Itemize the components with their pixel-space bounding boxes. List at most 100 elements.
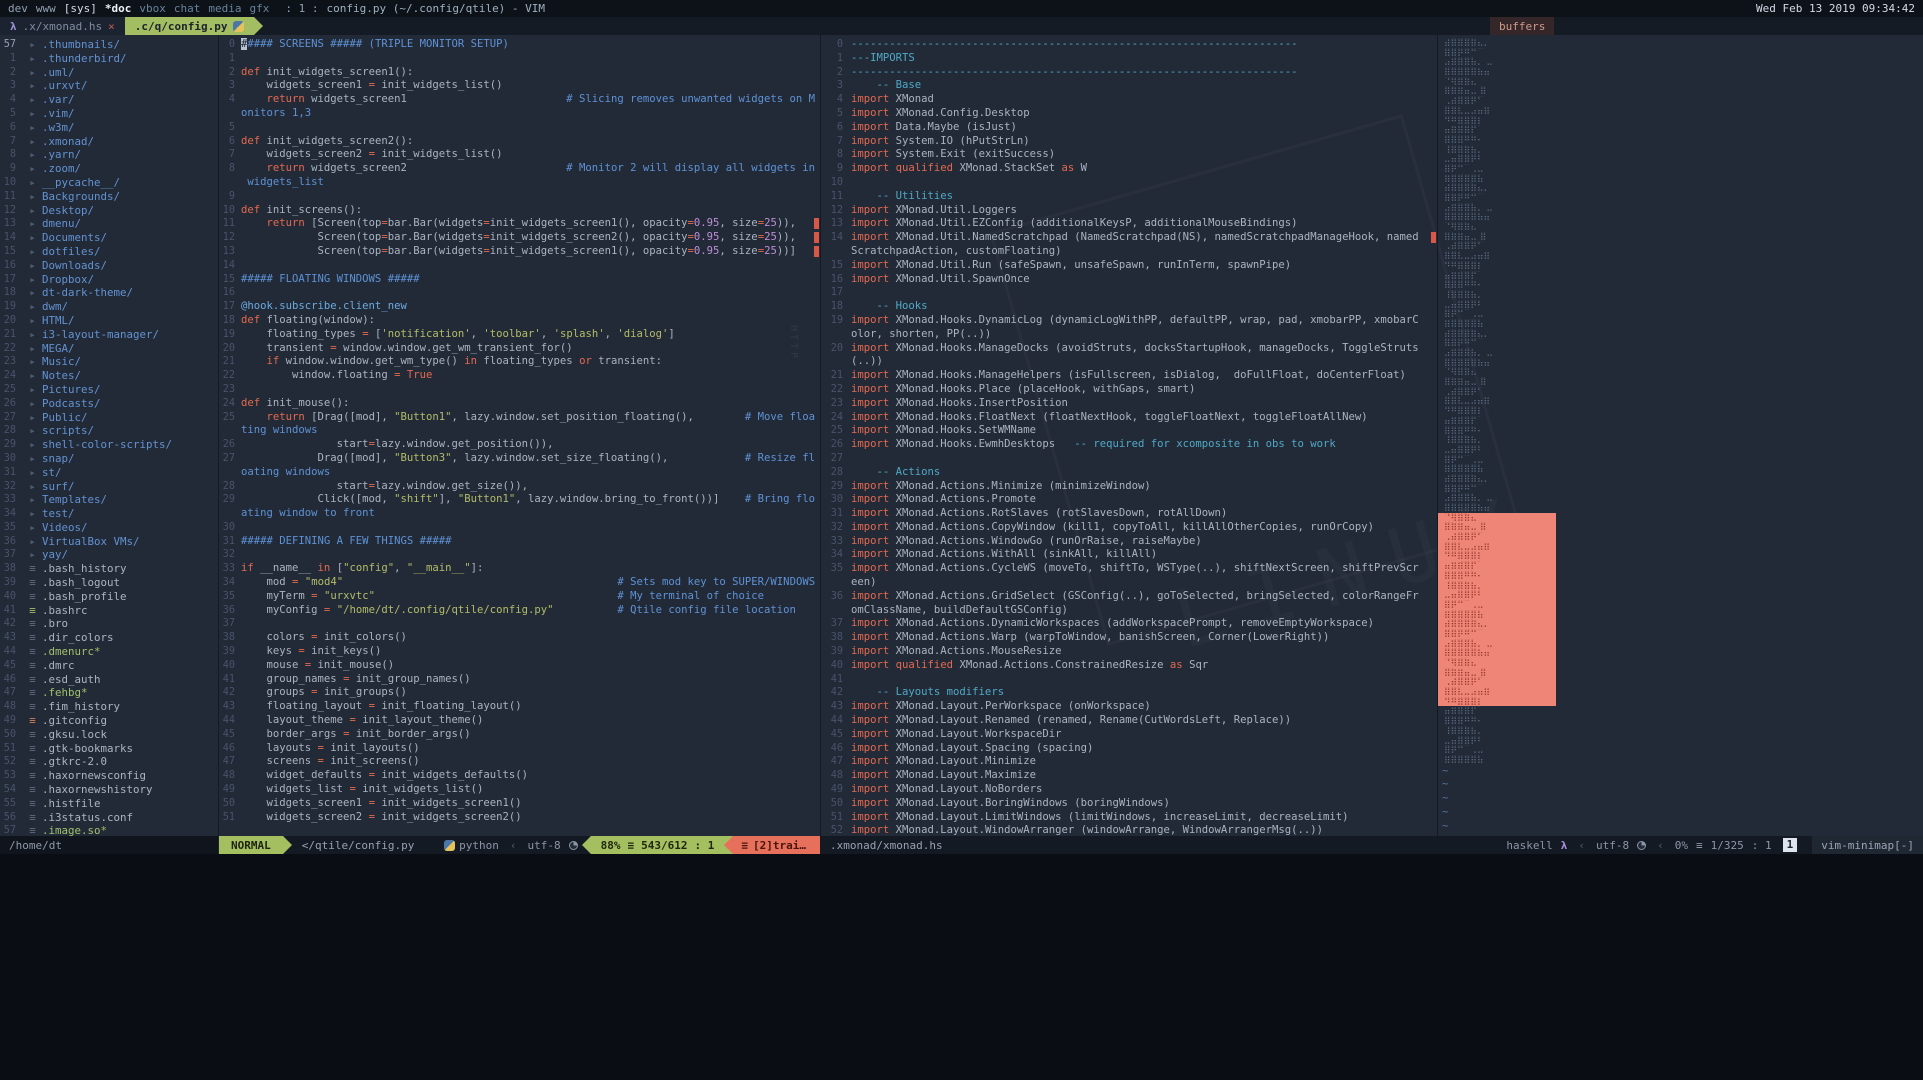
code-line[interactable]: 4 return widgets_screen1 # Slicing remov… xyxy=(219,93,820,107)
code-line[interactable]: 33import XMonad.Actions.WindowGo (runOrR… xyxy=(821,535,1437,549)
file-tree-pane[interactable]: 57▸.thumbnails/1▸.thunderbird/2▸.uml/3▸.… xyxy=(0,35,218,836)
code-line[interactable]: 31##### DEFINING A FEW THINGS ##### xyxy=(219,535,820,549)
code-line[interactable]: 20import XMonad.Hooks.ManageDocks (avoid… xyxy=(821,342,1437,356)
tree-dir-row[interactable]: 23▸Music/ xyxy=(0,355,218,369)
tree-file-row[interactable]: 45≡.dmrc xyxy=(0,659,218,673)
code-line[interactable]: 37 xyxy=(219,617,820,631)
code-line[interactable]: 47import XMonad.Layout.Minimize xyxy=(821,755,1437,769)
code-line[interactable]: 4import XMonad xyxy=(821,93,1437,107)
code-line[interactable]: 35import XMonad.Actions.CycleWS (moveTo,… xyxy=(821,562,1437,576)
tree-dir-row[interactable]: 6▸.w3m/ xyxy=(0,121,218,135)
tree-file-row[interactable]: 47≡.fehbg* xyxy=(0,686,218,700)
code-line[interactable]: 25import XMonad.Hooks.SetWMName xyxy=(821,424,1437,438)
tree-dir-row[interactable]: 21▸i3-layout-manager/ xyxy=(0,328,218,342)
code-line[interactable]: 34import XMonad.Actions.WithAll (sinkAll… xyxy=(821,548,1437,562)
code-line[interactable]: 2---------------------------------------… xyxy=(821,66,1437,80)
workspace-tag[interactable]: media xyxy=(208,2,241,15)
code-line[interactable]: 9import qualified XMonad.StackSet as W xyxy=(821,162,1437,176)
workspace-tag[interactable]: gfx xyxy=(250,2,270,15)
code-line[interactable]: 45import XMonad.Layout.WorkspaceDir xyxy=(821,728,1437,742)
code-line[interactable]: 40import qualified XMonad.Actions.Constr… xyxy=(821,659,1437,673)
tree-dir-row[interactable]: 57▸.thumbnails/ xyxy=(0,38,218,52)
tree-dir-row[interactable]: 27▸Public/ xyxy=(0,411,218,425)
code-line[interactable]: 39import XMonad.Actions.MouseResize xyxy=(821,645,1437,659)
code-line[interactable]: 50import XMonad.Layout.BoringWindows (bo… xyxy=(821,797,1437,811)
tree-dir-row[interactable]: 28▸scripts/ xyxy=(0,424,218,438)
code-line[interactable]: 23 xyxy=(219,383,820,397)
tree-file-row[interactable]: 38≡.bash_history xyxy=(0,562,218,576)
code-line[interactable]: 23import XMonad.Hooks.InsertPosition xyxy=(821,397,1437,411)
code-line[interactable]: 8 return widgets_screen2 # Monitor 2 wil… xyxy=(219,162,820,176)
code-line[interactable]: 50 widgets_screen1 = init_widgets_screen… xyxy=(219,797,820,811)
code-line[interactable]: 9 xyxy=(219,190,820,204)
code-line[interactable]: 51import XMonad.Layout.LimitWindows (lim… xyxy=(821,811,1437,825)
code-line[interactable]: 12 Screen(top=bar.Bar(widgets=init_widge… xyxy=(219,231,820,245)
tree-dir-row[interactable]: 16▸Downloads/ xyxy=(0,259,218,273)
tree-dir-row[interactable]: 11▸Backgrounds/ xyxy=(0,190,218,204)
code-line[interactable]: 15##### FLOATING WINDOWS ##### xyxy=(219,273,820,287)
code-line[interactable]: 10 xyxy=(821,176,1437,190)
tree-file-row[interactable]: 46≡.esd_auth xyxy=(0,673,218,687)
code-line[interactable]: 39 keys = init_keys() xyxy=(219,645,820,659)
tree-dir-row[interactable]: 32▸surf/ xyxy=(0,480,218,494)
code-line[interactable]: (..)) xyxy=(821,355,1437,369)
code-line[interactable]: widgets_list xyxy=(219,176,820,190)
tree-dir-row[interactable]: 37▸yay/ xyxy=(0,548,218,562)
code-line[interactable]: 0---------------------------------------… xyxy=(821,38,1437,52)
code-line[interactable]: 18def floating(window): xyxy=(219,314,820,328)
tree-dir-row[interactable]: 30▸snap/ xyxy=(0,452,218,466)
tree-file-row[interactable]: 44≡.dmenurc* xyxy=(0,645,218,659)
tree-dir-row[interactable]: 8▸.yarn/ xyxy=(0,148,218,162)
code-line[interactable]: 11 -- Utilities xyxy=(821,190,1437,204)
tree-file-row[interactable]: 41≡.bashrc xyxy=(0,604,218,618)
code-line[interactable]: 19 floating_types = ['notification', 'to… xyxy=(219,328,820,342)
tree-file-row[interactable]: 55≡.histfile xyxy=(0,797,218,811)
code-line[interactable]: 0##### SCREENS ##### (TRIPLE MONITOR SET… xyxy=(219,38,820,52)
code-line[interactable]: 22import XMonad.Hooks.Place (placeHook, … xyxy=(821,383,1437,397)
tree-file-row[interactable]: 56≡.i3status.conf xyxy=(0,811,218,825)
tree-file-row[interactable]: 57≡.image.so* xyxy=(0,824,218,836)
code-line[interactable]: 41 xyxy=(821,673,1437,687)
tree-dir-row[interactable]: 15▸dotfiles/ xyxy=(0,245,218,259)
code-line[interactable]: 47 screens = init_screens() xyxy=(219,755,820,769)
code-line[interactable]: 35 myTerm = "urxvtc" # My terminal of ch… xyxy=(219,590,820,604)
code-line[interactable]: 46 layouts = init_layouts() xyxy=(219,742,820,756)
tree-dir-row[interactable]: 14▸Documents/ xyxy=(0,231,218,245)
code-line[interactable]: 21 if window.window.get_wm_type() in flo… xyxy=(219,355,820,369)
code-line[interactable]: een) xyxy=(821,576,1437,590)
code-line[interactable]: ScratchpadAction, customFloating) xyxy=(821,245,1437,259)
tree-file-row[interactable]: 42≡.bro xyxy=(0,617,218,631)
code-line[interactable]: 8import System.Exit (exitSuccess) xyxy=(821,148,1437,162)
code-line[interactable]: 44import XMonad.Layout.Renamed (renamed,… xyxy=(821,714,1437,728)
code-line[interactable]: 29import XMonad.Actions.Minimize (minimi… xyxy=(821,480,1437,494)
code-line[interactable]: 27 Drag([mod], "Button3", lazy.window.se… xyxy=(219,452,820,466)
tree-dir-row[interactable]: 36▸VirtualBox VMs/ xyxy=(0,535,218,549)
xmonad-hs-pane[interactable]: 0---------------------------------------… xyxy=(821,35,1437,836)
code-line[interactable]: 26 start=lazy.window.get_position()), xyxy=(219,438,820,452)
code-line[interactable]: 14 xyxy=(219,259,820,273)
code-line[interactable]: 5 xyxy=(219,121,820,135)
code-line[interactable]: ating window to front xyxy=(219,507,820,521)
code-line[interactable]: 31import XMonad.Actions.RotSlaves (rotSl… xyxy=(821,507,1437,521)
tree-dir-row[interactable]: 19▸dwm/ xyxy=(0,300,218,314)
code-line[interactable]: 32import XMonad.Actions.CopyWindow (kill… xyxy=(821,521,1437,535)
tree-dir-row[interactable]: 3▸.urxvt/ xyxy=(0,79,218,93)
tree-file-row[interactable]: 40≡.bash_profile xyxy=(0,590,218,604)
code-line[interactable]: 52import XMonad.Layout.WindowArranger (w… xyxy=(821,824,1437,836)
config-py-pane[interactable]: 0##### SCREENS ##### (TRIPLE MONITOR SET… xyxy=(219,35,820,836)
code-line[interactable]: 13import XMonad.Util.EZConfig (additiona… xyxy=(821,217,1437,231)
code-line[interactable]: 43 floating_layout = init_floating_layou… xyxy=(219,700,820,714)
tree-dir-row[interactable]: 20▸HTML/ xyxy=(0,314,218,328)
workspace-tag[interactable]: dev xyxy=(8,2,28,15)
code-line[interactable]: 26import XMonad.Hooks.EwmhDesktops -- re… xyxy=(821,438,1437,452)
code-line[interactable]: 36 myConfig = "/home/dt/.config/qtile/co… xyxy=(219,604,820,618)
code-line[interactable]: 29 Click([mod, "shift"], "Button1", lazy… xyxy=(219,493,820,507)
code-line[interactable]: 1 xyxy=(219,52,820,66)
tree-dir-row[interactable]: 13▸dmenu/ xyxy=(0,217,218,231)
tree-dir-row[interactable]: 33▸Templates/ xyxy=(0,493,218,507)
tree-dir-row[interactable]: 35▸Videos/ xyxy=(0,521,218,535)
tree-file-row[interactable]: 53≡.haxornewsconfig xyxy=(0,769,218,783)
code-line[interactable]: 30 xyxy=(219,521,820,535)
code-line[interactable]: 3 -- Base xyxy=(821,79,1437,93)
tree-file-row[interactable]: 54≡.haxornewshistory xyxy=(0,783,218,797)
